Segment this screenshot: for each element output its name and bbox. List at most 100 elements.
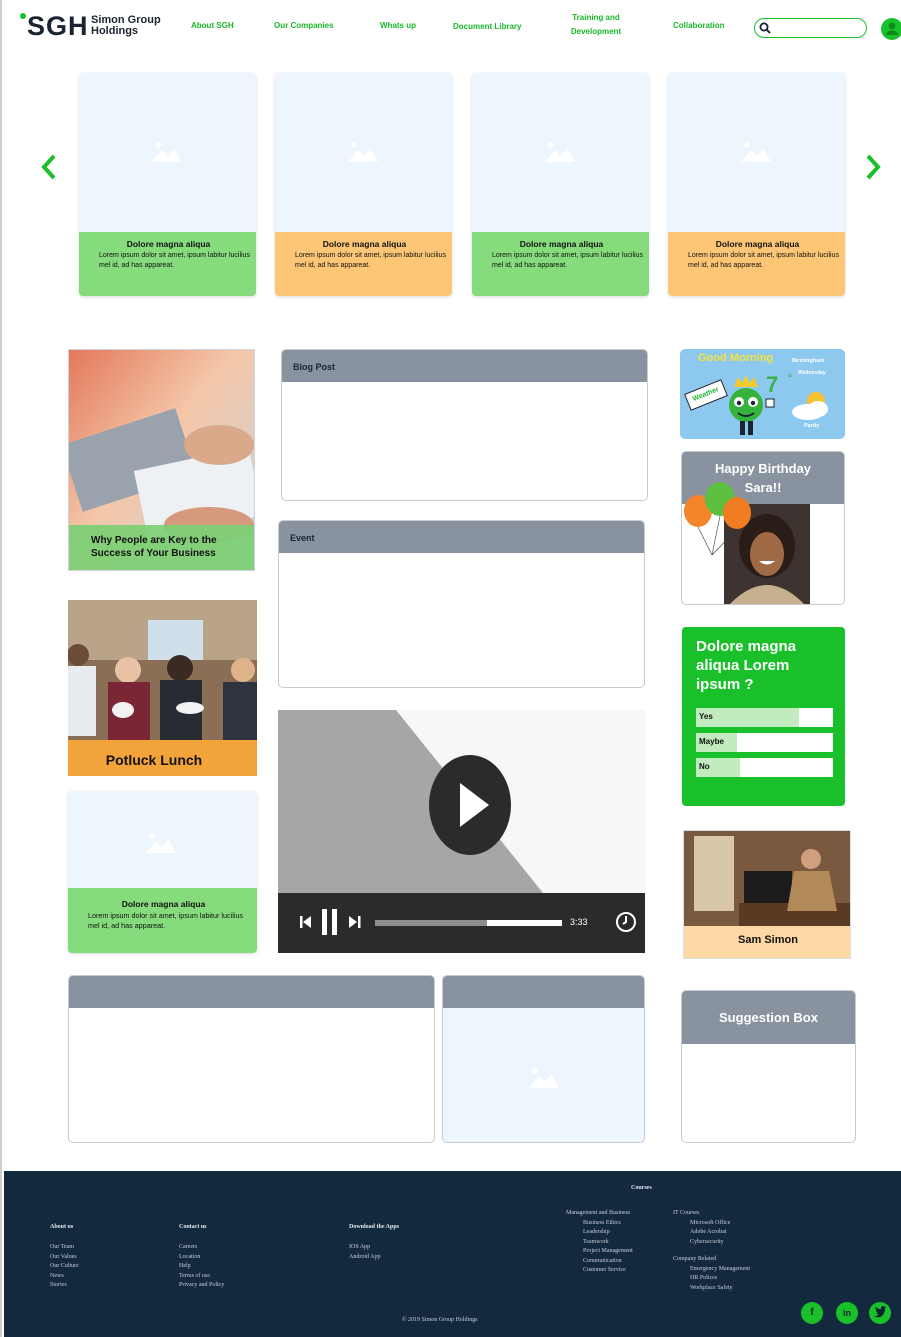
nav-training[interactable]: Training and Development — [568, 11, 624, 39]
balloons-icon — [684, 482, 751, 555]
weather-widget[interactable]: Good Morning Birmingham Wednesday Weathe… — [680, 349, 845, 439]
app-root: { "header":{ "logo_mark":"SGH", "logo_na… — [0, 0, 901, 1337]
chevron-left-icon — [41, 154, 56, 180]
poll-option-label: No — [699, 762, 710, 771]
footer-courses-heading: Courses — [631, 1185, 652, 1191]
footer-link[interactable]: Careers — [179, 1243, 224, 1253]
footer-company-links: Emergency Management HR Polices Workplac… — [673, 1265, 750, 1294]
video-progress-track[interactable] — [375, 920, 562, 926]
footer-link[interactable]: Our Team — [50, 1243, 79, 1253]
nav-document-library[interactable]: Document Library — [453, 20, 521, 34]
person-name: Sam Simon — [684, 926, 850, 958]
potluck-title: Potluck Lunch — [105, 752, 203, 768]
event-panel[interactable]: Event — [278, 520, 645, 688]
footer-link[interactable]: Cybersecurity — [690, 1238, 750, 1248]
play-button[interactable] — [429, 755, 511, 855]
card-title: Dolore magna aliqua — [121, 899, 206, 909]
footer-link[interactable]: Stories — [50, 1281, 79, 1291]
blog-post-title: Blog Post — [282, 350, 647, 382]
footer: Courses About us Our Team Our Values Our… — [4, 1171, 901, 1337]
carousel-card[interactable]: Dolore magna aliqua Lorem ipsum dolor si… — [79, 73, 256, 296]
footer-link[interactable]: News — [50, 1272, 79, 1282]
blog-post-panel[interactable]: Blog Post — [281, 349, 648, 501]
footer-it-heading: IT Courses — [673, 1210, 700, 1216]
poll-widget[interactable]: Dolore magna aliqua Lorem ipsum ? Yes Ma… — [682, 627, 845, 806]
article-card[interactable]: Why People are Key to the Success of You… — [68, 349, 255, 571]
twitter-icon[interactable] — [869, 1302, 891, 1324]
footer-link[interactable]: Project Management — [583, 1247, 633, 1257]
carousel-card[interactable]: Dolore magna aliqua Lorem ipsum dolor si… — [275, 73, 452, 296]
suggestion-box[interactable]: Suggestion Box — [681, 990, 856, 1143]
nav-companies[interactable]: Our Companies — [274, 19, 334, 33]
potluck-card[interactable]: Potluck Lunch — [68, 600, 257, 776]
footer-link[interactable]: Workplace Safety — [690, 1284, 750, 1294]
footer-mgmt-column: Management and Business Business Ethics … — [566, 1209, 633, 1276]
nav-about[interactable]: About SGH — [191, 19, 234, 33]
footer-link[interactable]: Android App — [349, 1253, 399, 1263]
video-progress-fill — [487, 920, 562, 926]
video-controls: 3:33 — [278, 893, 645, 953]
footer-contact-heading: Contact us — [179, 1224, 207, 1230]
carousel-prev-button[interactable] — [40, 153, 58, 189]
bottom-panel[interactable] — [68, 975, 435, 1143]
footer-link[interactable]: HR Polices — [690, 1274, 750, 1284]
search-input[interactable] — [754, 18, 867, 38]
nav-whats-up[interactable]: Whats up — [380, 19, 416, 33]
carousel-card[interactable]: Dolore magna aliqua Lorem ipsum dolor si… — [472, 73, 649, 296]
card-text: Lorem ipsum dolor sit amet, ipsum labitu… — [688, 252, 839, 269]
footer-link[interactable]: Terms of use — [179, 1272, 224, 1282]
image-panel[interactable] — [442, 975, 645, 1143]
footer-link[interactable]: Microsoft Office — [690, 1219, 750, 1229]
clock-icon[interactable] — [615, 911, 637, 933]
carousel-card[interactable]: Dolore magna aliqua Lorem ipsum dolor si… — [668, 73, 845, 296]
linkedin-icon[interactable]: in — [836, 1302, 858, 1324]
footer-link[interactable]: IOS App — [349, 1243, 399, 1253]
video-player[interactable]: 3:33 — [278, 710, 645, 953]
person-card[interactable]: Sam Simon — [683, 830, 851, 959]
info-card[interactable]: Dolore magna aliqua Lorem ipsum dolor si… — [68, 791, 257, 953]
carousel-next-button[interactable] — [864, 153, 882, 189]
footer-link[interactable]: Our Culture — [50, 1262, 79, 1272]
suggestion-title: Suggestion Box — [682, 991, 855, 1044]
footer-link[interactable]: Privacy and Policy — [179, 1281, 224, 1291]
nav-collaboration[interactable]: Collaboration — [673, 19, 725, 33]
poll-option-yes[interactable]: Yes — [696, 708, 833, 727]
bottom-panel-header — [69, 976, 434, 1008]
footer-link[interactable]: Communication — [583, 1257, 633, 1267]
footer-link[interactable]: Leadership — [583, 1228, 633, 1238]
twitter-bird-icon — [874, 1306, 887, 1318]
footer-link[interactable]: Emergency Management — [690, 1265, 750, 1275]
weather-unit: ° — [788, 373, 792, 384]
card-title: Dolore magna aliqua — [322, 239, 407, 249]
footer-link[interactable]: Customer Service — [583, 1266, 633, 1276]
potluck-photo — [68, 600, 257, 776]
footer-link[interactable]: Business Ethics — [583, 1219, 633, 1229]
birthday-card[interactable]: Happy Birthday Sara!! — [681, 451, 845, 605]
poll-option-label: Maybe — [699, 737, 724, 746]
pause-icon[interactable] — [322, 909, 338, 935]
image-icon — [146, 833, 176, 853]
footer-link[interactable]: Help — [179, 1262, 224, 1272]
footer-apps-heading: Download the Apps — [349, 1224, 400, 1230]
user-avatar[interactable] — [881, 18, 901, 40]
poll-option-no[interactable]: No — [696, 758, 833, 777]
footer-it-links: Microsoft Office Adobe Acrobat Cybersecu… — [673, 1219, 750, 1248]
logo-mark[interactable]: SGH — [27, 12, 89, 40]
skip-back-icon[interactable] — [300, 915, 312, 929]
skip-forward-icon[interactable] — [349, 915, 361, 929]
card-image-placeholder — [668, 73, 845, 232]
card-image-placeholder — [68, 791, 257, 888]
footer-link[interactable]: Location — [179, 1253, 224, 1263]
facebook-icon[interactable]: f — [801, 1302, 823, 1324]
card-title: Dolore magna aliqua — [519, 239, 604, 249]
partly-cloudy-icon — [792, 392, 828, 420]
chevron-right-icon — [866, 154, 881, 180]
poll-option-maybe[interactable]: Maybe — [696, 733, 833, 752]
footer-link[interactable]: Adobe Acrobat — [690, 1228, 750, 1238]
footer-link[interactable]: Teamwork — [583, 1238, 633, 1248]
birthday-title: Happy Birthday — [714, 461, 812, 476]
nav-training-line2: Development — [570, 27, 622, 36]
footer-about-column: About us Our Team Our Values Our Culture… — [50, 1224, 79, 1291]
footer-link[interactable]: Our Values — [50, 1253, 79, 1263]
weather-city: Birmingham — [792, 358, 825, 364]
